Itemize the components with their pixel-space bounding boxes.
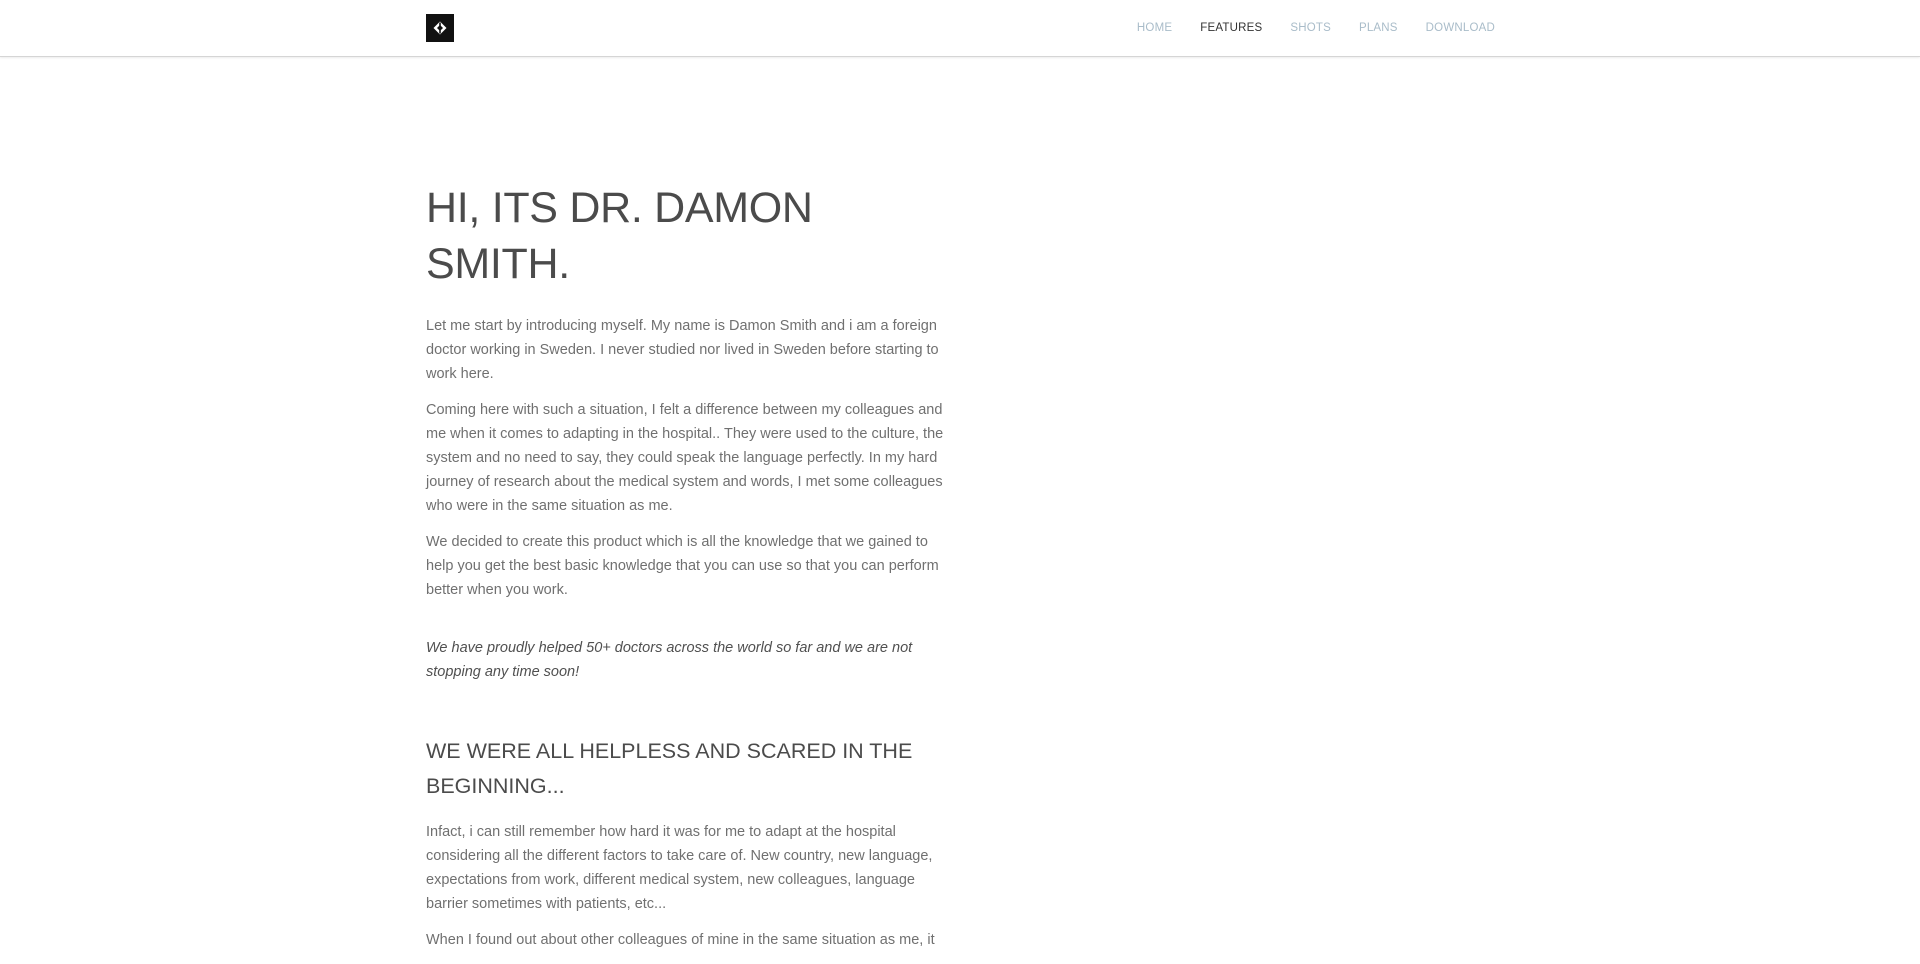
- section-paragraph: Infact, i can still remember how hard it…: [426, 824, 933, 912]
- section-heading: WE WERE ALL HELPLESS AND SCARED IN THE B…: [426, 739, 913, 798]
- product-paragraph: We decided to create this product which …: [426, 534, 939, 598]
- highlight-quote: We have proudly helped 50+ doctors acros…: [426, 640, 913, 680]
- top-navbar: HOME FEATURES SHOTS PLANS DOWNLOAD: [0, 0, 1920, 57]
- story-paragraph: Coming here with such a situation, I fel…: [426, 402, 944, 514]
- diamond-logo-icon: [433, 21, 447, 35]
- main-content: HI, ITS DR. DAMON SMITH. Let me start by…: [426, 180, 956, 964]
- main-nav: HOME FEATURES SHOTS PLANS DOWNLOAD: [1137, 0, 1495, 56]
- section-paragraph-continued: When I found out about other colleagues …: [426, 932, 935, 948]
- logo[interactable]: [426, 14, 454, 42]
- intro-paragraph: Let me start by introducing myself. My n…: [426, 318, 939, 382]
- nav-link-features[interactable]: FEATURES: [1200, 22, 1262, 34]
- nav-link-plans[interactable]: PLANS: [1359, 22, 1398, 34]
- page-title: HI, ITS DR. DAMON SMITH.: [426, 184, 813, 288]
- nav-link-home[interactable]: HOME: [1137, 22, 1172, 34]
- nav-link-download[interactable]: DOWNLOAD: [1426, 22, 1495, 34]
- nav-link-shots[interactable]: SHOTS: [1290, 22, 1331, 34]
